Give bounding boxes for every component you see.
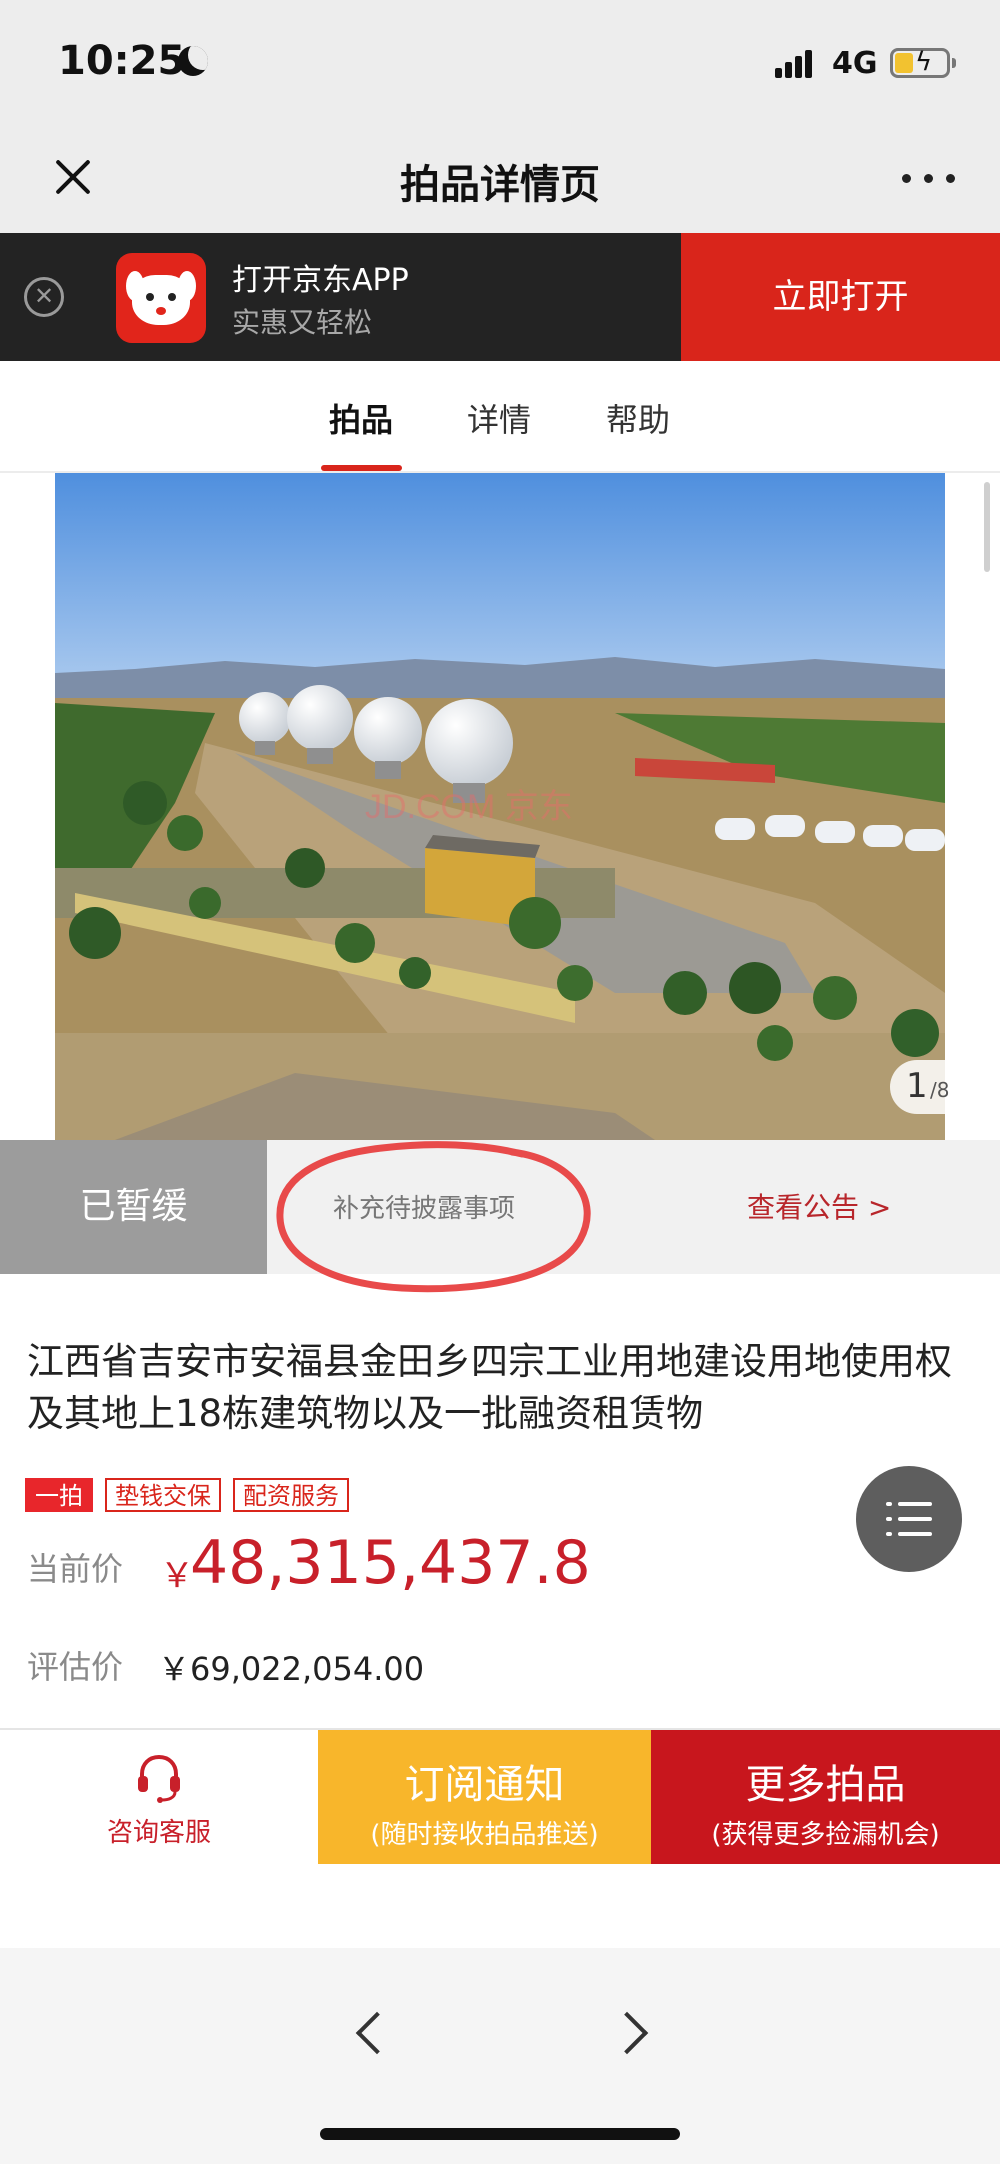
subscribe-subtitle: (随时接收拍品推送): [370, 1820, 599, 1850]
network-type: 4G: [832, 46, 878, 81]
page-title: 拍品详情页: [400, 162, 600, 208]
banner-close-icon[interactable]: ✕: [24, 277, 64, 317]
tag-first-auction: 一拍: [25, 1478, 93, 1512]
jd-app-logo-icon: [116, 253, 206, 343]
navigation-bar: 拍品详情页: [0, 130, 1000, 233]
tab-item[interactable]: 拍品: [329, 395, 393, 441]
item-photo[interactable]: JD.COM 京东: [55, 473, 945, 1140]
customer-service-button[interactable]: 咨询客服: [0, 1730, 318, 1866]
active-tab-indicator: [321, 465, 402, 471]
section-tabs: 拍品 详情 帮助: [0, 361, 1000, 473]
do-not-disturb-moon-icon: [178, 46, 208, 76]
currency-symbol: ￥: [160, 1556, 194, 1596]
signal-strength-icon: [775, 48, 815, 78]
status-time: 10:25: [58, 38, 186, 84]
item-title: 江西省吉安市安福县金田乡四宗工业用地建设用地使用权及其地上18栋建筑物以及一批融…: [27, 1340, 952, 1435]
status-badge: 已暂缓: [0, 1140, 267, 1274]
photo-current: 1: [906, 1066, 928, 1106]
floating-menu-button[interactable]: [856, 1466, 962, 1572]
photo-counter: 1 /8: [890, 1060, 970, 1114]
tab-details[interactable]: 详情: [467, 395, 531, 441]
current-price-label: 当前价: [27, 1550, 124, 1588]
banner-title: 打开京东APP: [232, 263, 409, 298]
banner-subtitle: 实惠又轻松: [232, 306, 373, 339]
tag-financing-service[interactable]: 配资服务: [233, 1478, 349, 1512]
headset-icon: [138, 1754, 180, 1803]
evaluation-price: ￥69,022,054.00: [158, 1650, 425, 1688]
current-price: 48,315,437.8: [190, 1528, 591, 1598]
more-items-title: 更多拍品: [745, 1762, 906, 1808]
evaluation-price-label: 评估价: [27, 1648, 124, 1686]
more-items-button[interactable]: 更多拍品 (获得更多捡漏机会): [651, 1730, 1000, 1864]
subscribe-title: 订阅通知: [404, 1762, 565, 1808]
view-notice-link[interactable]: 查看公告 >: [747, 1186, 891, 1226]
customer-service-label: 咨询客服: [106, 1818, 211, 1848]
tag-deposit-advance[interactable]: 垫钱交保: [105, 1478, 221, 1512]
subscribe-button[interactable]: 订阅通知 (随时接收拍品推送): [318, 1730, 651, 1864]
more-items-subtitle: (获得更多捡漏机会): [711, 1820, 940, 1850]
open-app-button[interactable]: 立即打开: [681, 233, 1000, 361]
more-options-icon[interactable]: [900, 168, 960, 188]
tab-help[interactable]: 帮助: [606, 395, 670, 441]
status-bar: 10:25 4G ϟ: [0, 0, 1000, 130]
photo-total: /8: [930, 1078, 950, 1102]
scrollbar[interactable]: [984, 482, 990, 572]
bottom-action-bar: 咨询客服 订阅通知 (随时接收拍品推送) 更多拍品 (获得更多捡漏机会): [0, 1728, 1000, 1864]
forward-chevron-icon[interactable]: [605, 2011, 649, 2055]
home-indicator[interactable]: [320, 2128, 680, 2140]
battery-charging-icon: ϟ: [890, 47, 956, 78]
open-app-banner: ✕ 打开京东APP 实惠又轻松 立即打开: [0, 233, 1000, 361]
hand-drawn-circle-annotation: [276, 1141, 591, 1293]
photo-watermark: JD.COM 京东: [365, 788, 573, 826]
item-tags: 一拍 垫钱交保 配资服务: [25, 1478, 361, 1514]
back-chevron-icon[interactable]: [355, 2011, 399, 2055]
